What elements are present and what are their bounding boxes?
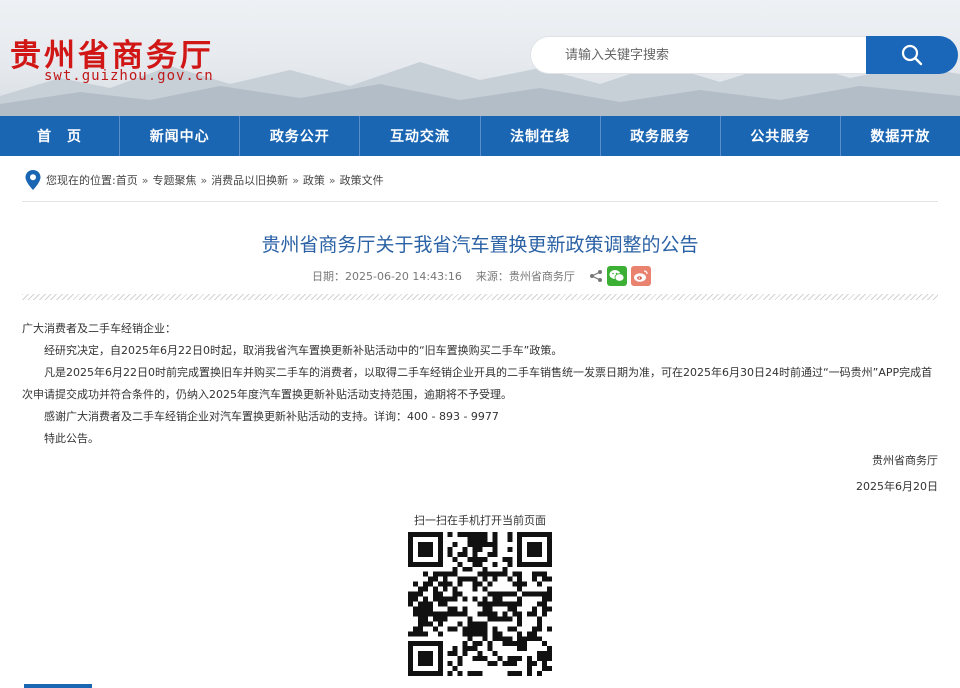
breadcrumb-separator: » [292, 173, 299, 187]
wechat-share-button[interactable] [606, 266, 627, 286]
footer-accent-bar [24, 684, 92, 688]
title-divider [22, 294, 938, 300]
search-input[interactable] [530, 36, 868, 74]
nav-item-government-affairs[interactable]: 政务公开 [240, 116, 361, 156]
nav-item-services[interactable]: 政务服务 [601, 116, 721, 156]
article-body: 广大消费者及二手车经销企业： 经研究决定，自2025年6月22日0时起，取消我省… [22, 318, 938, 450]
qr-label: 扫一扫在手机打开当前页面 [414, 514, 546, 527]
breadcrumb-topics[interactable]: 专题聚焦 [152, 172, 196, 188]
article-title: 贵州省商务厅关于我省汽车置换更新政策调整的公告 [261, 234, 699, 256]
weibo-icon [633, 270, 648, 282]
main-nav: 首 页 新闻中心 政务公开 互动交流 法制在线 政务服务 公共服务 数据开放 [0, 116, 960, 156]
weibo-share-button[interactable] [630, 266, 651, 286]
breadcrumb-trade-in[interactable]: 消费品以旧换新 [211, 172, 288, 188]
article-signature: 贵州省商务厅 [872, 454, 938, 467]
breadcrumb-policy-docs[interactable]: 政策文件 [340, 172, 384, 188]
article-paragraph: 凡是2025年6月22日0时前完成置换旧车并购买二手车的消费者，以取得二手车经销… [22, 366, 933, 401]
site-header: 贵州省商务厅 swt.guizhou.gov.cn [0, 0, 960, 116]
breadcrumb-separator: » [200, 173, 208, 187]
search-button[interactable] [866, 36, 958, 74]
nav-item-news[interactable]: 新闻中心 [120, 116, 241, 156]
breadcrumb-prefix: 您现在的位置: [46, 174, 116, 187]
nav-item-public-services[interactable]: 公共服务 [721, 116, 841, 156]
article-salutation: 广大消费者及二手车经销企业： [22, 322, 176, 335]
article-paragraph: 经研究决定，自2025年6月22日0时起，取消我省汽车置换更新补贴活动中的“旧车… [44, 344, 563, 357]
nav-item-home[interactable]: 首 页 [0, 116, 121, 156]
breadcrumb-separator: » [328, 173, 336, 187]
article-paragraph: 感谢广大消费者及二手车经销企业对汽车置换更新补贴活动的支持。详询：400 - 8… [44, 410, 499, 423]
search-icon [901, 44, 923, 66]
nav-item-open-data[interactable]: 数据开放 [841, 116, 960, 156]
article-sign-date: 2025年6月20日 [856, 480, 938, 493]
article-paragraph: 特此公告。 [44, 432, 99, 445]
wechat-icon [609, 270, 625, 282]
share-icon[interactable] [589, 269, 603, 283]
site-url: swt.guizhou.gov.cn [44, 68, 214, 84]
article-meta: 日期：2025-06-20 14:43:16 来源：贵州省商务厅 [312, 266, 651, 286]
article-date: 日期：2025-06-20 14:43:16 [312, 270, 462, 283]
breadcrumb-home[interactable]: 首页 [116, 172, 138, 188]
location-pin-icon [25, 170, 41, 190]
article-source: 来源：贵州省商务厅 [475, 270, 575, 283]
breadcrumb: 您现在的位置: 首页 » 专题聚焦 » 消费品以旧换新 » 政策 » 政策文件 [24, 166, 384, 194]
breadcrumb-separator: » [141, 173, 149, 187]
qr-code-icon [408, 532, 552, 676]
nav-item-legal[interactable]: 法制在线 [481, 116, 601, 156]
nav-item-interaction[interactable]: 互动交流 [360, 116, 481, 156]
breadcrumb-divider [22, 201, 938, 202]
breadcrumb-policy[interactable]: 政策 [303, 172, 325, 188]
